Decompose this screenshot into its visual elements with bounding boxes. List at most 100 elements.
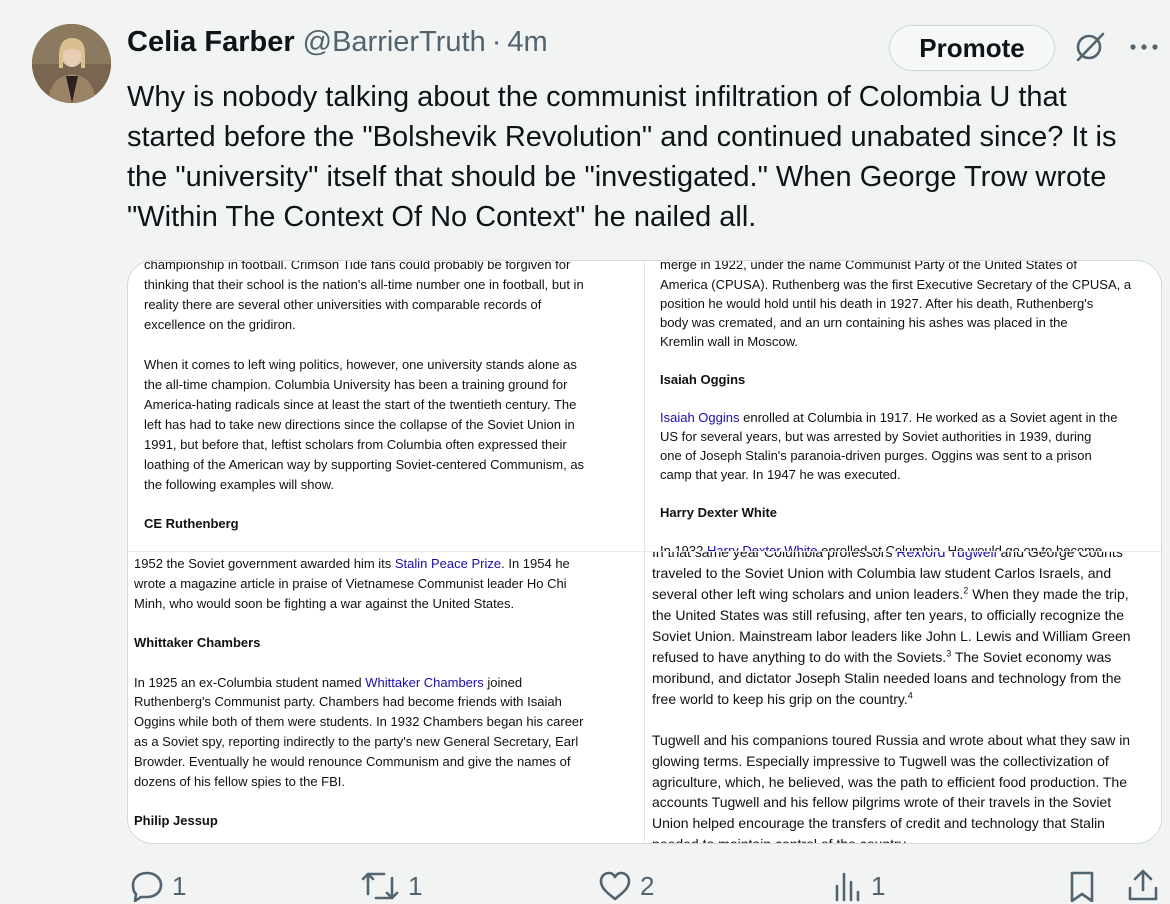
text-line: Union helped encourage the transfers of … <box>652 815 1105 831</box>
section-heading: Harry Dexter White <box>660 505 778 520</box>
text-line: America (CPUSA). Ruthenberg was the firs… <box>660 277 1132 292</box>
text-line: loathing of the American way by supporti… <box>144 457 585 472</box>
text-line: free world to keep his grip on the count… <box>652 689 913 710</box>
text-line: reality there are several other universi… <box>144 297 542 312</box>
text-line-start: refused to have anything to do with the … <box>652 649 947 665</box>
text-line: Isaiah Oggins enrolled at Columbia in 19… <box>660 408 1117 428</box>
link-harry-dexter-white[interactable]: Harry Dexter White <box>707 543 818 551</box>
author-handle[interactable]: @BarrierTruth <box>303 26 486 59</box>
text-line: When it comes to left wing politics, how… <box>144 357 577 372</box>
text-line: body was cremated, and an urn containing… <box>660 315 1068 330</box>
reply-icon <box>131 871 163 902</box>
promote-button[interactable]: Promote <box>889 25 1055 71</box>
article-excerpt-bottom-right: In that same year Columbia professors Re… <box>644 551 1161 844</box>
text-line: the following examples will show. <box>144 477 335 492</box>
repost-icon <box>361 872 399 900</box>
text-line: refused to have anything to do with the … <box>652 647 1111 668</box>
text-line: moribund, and dictator Joseph Stalin nee… <box>652 670 1122 686</box>
like-count: 2 <box>640 870 655 901</box>
link-isaiah-oggins[interactable]: Isaiah Oggins <box>660 410 740 425</box>
like-button[interactable]: 2 <box>598 870 654 902</box>
avatar-image <box>32 24 111 103</box>
text-line-rest: When they made the trip, <box>968 586 1129 602</box>
article-excerpt-top-left: championship in football. Crimson Tide f… <box>128 261 644 551</box>
text-line: position he would hold until his death i… <box>660 296 1094 311</box>
share-button[interactable] <box>1126 868 1160 902</box>
text-line: 1991, but before that, leftist scholars … <box>144 437 567 452</box>
text-line: excellence on the gridiron. <box>144 317 296 332</box>
section-heading: Philip Jessup <box>134 813 218 828</box>
text-line: camp that year. In 1947 he was executed. <box>660 467 901 482</box>
text-line: several other left wing scholars and uni… <box>652 584 1129 605</box>
text-line: Minh, who would soon be fighting a war a… <box>134 596 515 611</box>
text-line: Tugwell and his companions toured Russia… <box>652 732 1131 748</box>
section-heading: Isaiah Oggins <box>660 372 746 387</box>
text-line: dozens of his fellow spies to the FBI. <box>134 774 345 789</box>
text-line: as a Soviet spy, reporting indirectly to… <box>134 734 579 749</box>
section-heading: CE Ruthenberg <box>144 516 239 531</box>
author-name[interactable]: Celia Farber <box>127 26 295 59</box>
separator-dot: · <box>491 26 502 58</box>
text-line: US for several years, but was arrested b… <box>660 429 1092 444</box>
text-line: Kremlin wall in Moscow. <box>660 334 798 349</box>
text-line: In 1925 an ex-Columbia student named Whi… <box>134 673 522 693</box>
footnote-marker[interactable]: 4 <box>908 690 913 700</box>
views-count: 1 <box>871 870 886 901</box>
text-line: America-hating radicals since at least t… <box>144 397 577 412</box>
text-line: traveled to the Soviet Union with Columb… <box>652 565 1112 581</box>
text-line: left has had to take new directions sinc… <box>144 417 575 432</box>
text-line: one of Joseph Stalin's paranoia-driven p… <box>660 448 1092 463</box>
text-line-rest: enrolled at Columbia in 1917. He worked … <box>739 410 1118 425</box>
text-line-rest: joined <box>483 675 523 690</box>
text-line: accounts Tugwell and his fellow pilgrims… <box>652 794 1112 810</box>
text-line: merge in 1922, under the name Communist … <box>660 261 1077 272</box>
text-line-start: several other left wing scholars and uni… <box>652 586 964 602</box>
tweet-header: Celia Farber @BarrierTruth · 4m <box>127 26 548 66</box>
text-line-start: 1952 the Soviet government awarded him i… <box>134 556 395 571</box>
text-line-start: In that same year Columbia professors <box>652 551 897 560</box>
text-line: 1952 the Soviet government awarded him i… <box>134 554 570 574</box>
text-line: Soviet Union. Mainstream labor leaders l… <box>652 628 1131 644</box>
text-line: In 1932 Harry Dexter White enrolled at C… <box>660 541 1102 551</box>
article-excerpt-bottom-left: 1952 the Soviet government awarded him i… <box>128 551 644 843</box>
text-line: the United States was still refusing, af… <box>652 607 1125 623</box>
repost-button[interactable]: 1 <box>360 870 422 902</box>
tweet-actions: 1 1 2 1 <box>0 862 1170 904</box>
text-line-rest: and George Counts <box>996 551 1123 560</box>
avatar[interactable] <box>32 24 111 103</box>
views-icon <box>835 872 860 902</box>
text-line: wrote a magazine article in praise of Vi… <box>134 576 567 591</box>
like-icon <box>599 871 631 901</box>
reply-count: 1 <box>172 870 187 901</box>
share-icon <box>1128 869 1158 901</box>
text-line: thinking that their school is the nation… <box>144 277 584 292</box>
text-line: agriculture, which, he believed, was the… <box>652 774 1128 790</box>
more-icon[interactable] <box>1128 40 1160 54</box>
link-whittaker-chambers[interactable]: Whittaker Chambers <box>365 675 483 690</box>
text-line-start: free world to keep his grip on the count… <box>652 691 908 707</box>
text-line-start: In 1925 an ex-Columbia student named <box>134 675 366 690</box>
bookmark-icon <box>1070 871 1094 902</box>
text-line: glowing terms. Especially impressive to … <box>652 753 1109 769</box>
text-line: the all-time champion. Columbia Universi… <box>144 377 568 392</box>
text-line: Ruthenberg's Communist party. Chambers h… <box>134 694 562 709</box>
timestamp[interactable]: 4m <box>507 26 547 59</box>
article-excerpt-top-right: merge in 1922, under the name Communist … <box>644 261 1161 551</box>
section-heading: Whittaker Chambers <box>134 635 261 650</box>
grok-icon[interactable] <box>1073 30 1107 64</box>
reply-button[interactable]: 1 <box>130 870 186 902</box>
tweet-text: Why is nobody talking about the communis… <box>127 81 1117 233</box>
text-line: needed to maintain control of the countr… <box>652 836 909 844</box>
tweet-media[interactable]: championship in football. Crimson Tide f… <box>127 260 1162 844</box>
text-line: championship in football. Crimson Tide f… <box>144 261 571 272</box>
link-stalin-peace-prize[interactable]: Stalin Peace Prize <box>395 556 501 571</box>
views-button[interactable]: 1 <box>833 870 885 902</box>
text-line-rest: enrolled at Columbia. He would go on to … <box>817 543 1103 551</box>
text-line: In that same year Columbia professors Re… <box>652 551 1123 563</box>
text-line: Browder. Eventually he would renounce Co… <box>134 754 571 769</box>
text-line-rest: The Soviet economy was <box>951 649 1112 665</box>
bookmark-button[interactable] <box>1068 870 1096 902</box>
repost-count: 1 <box>408 870 423 901</box>
link-rexford-tugwell[interactable]: Rexford Tugwell <box>896 552 996 560</box>
text-line: Oggins while both of them were students.… <box>134 714 584 729</box>
